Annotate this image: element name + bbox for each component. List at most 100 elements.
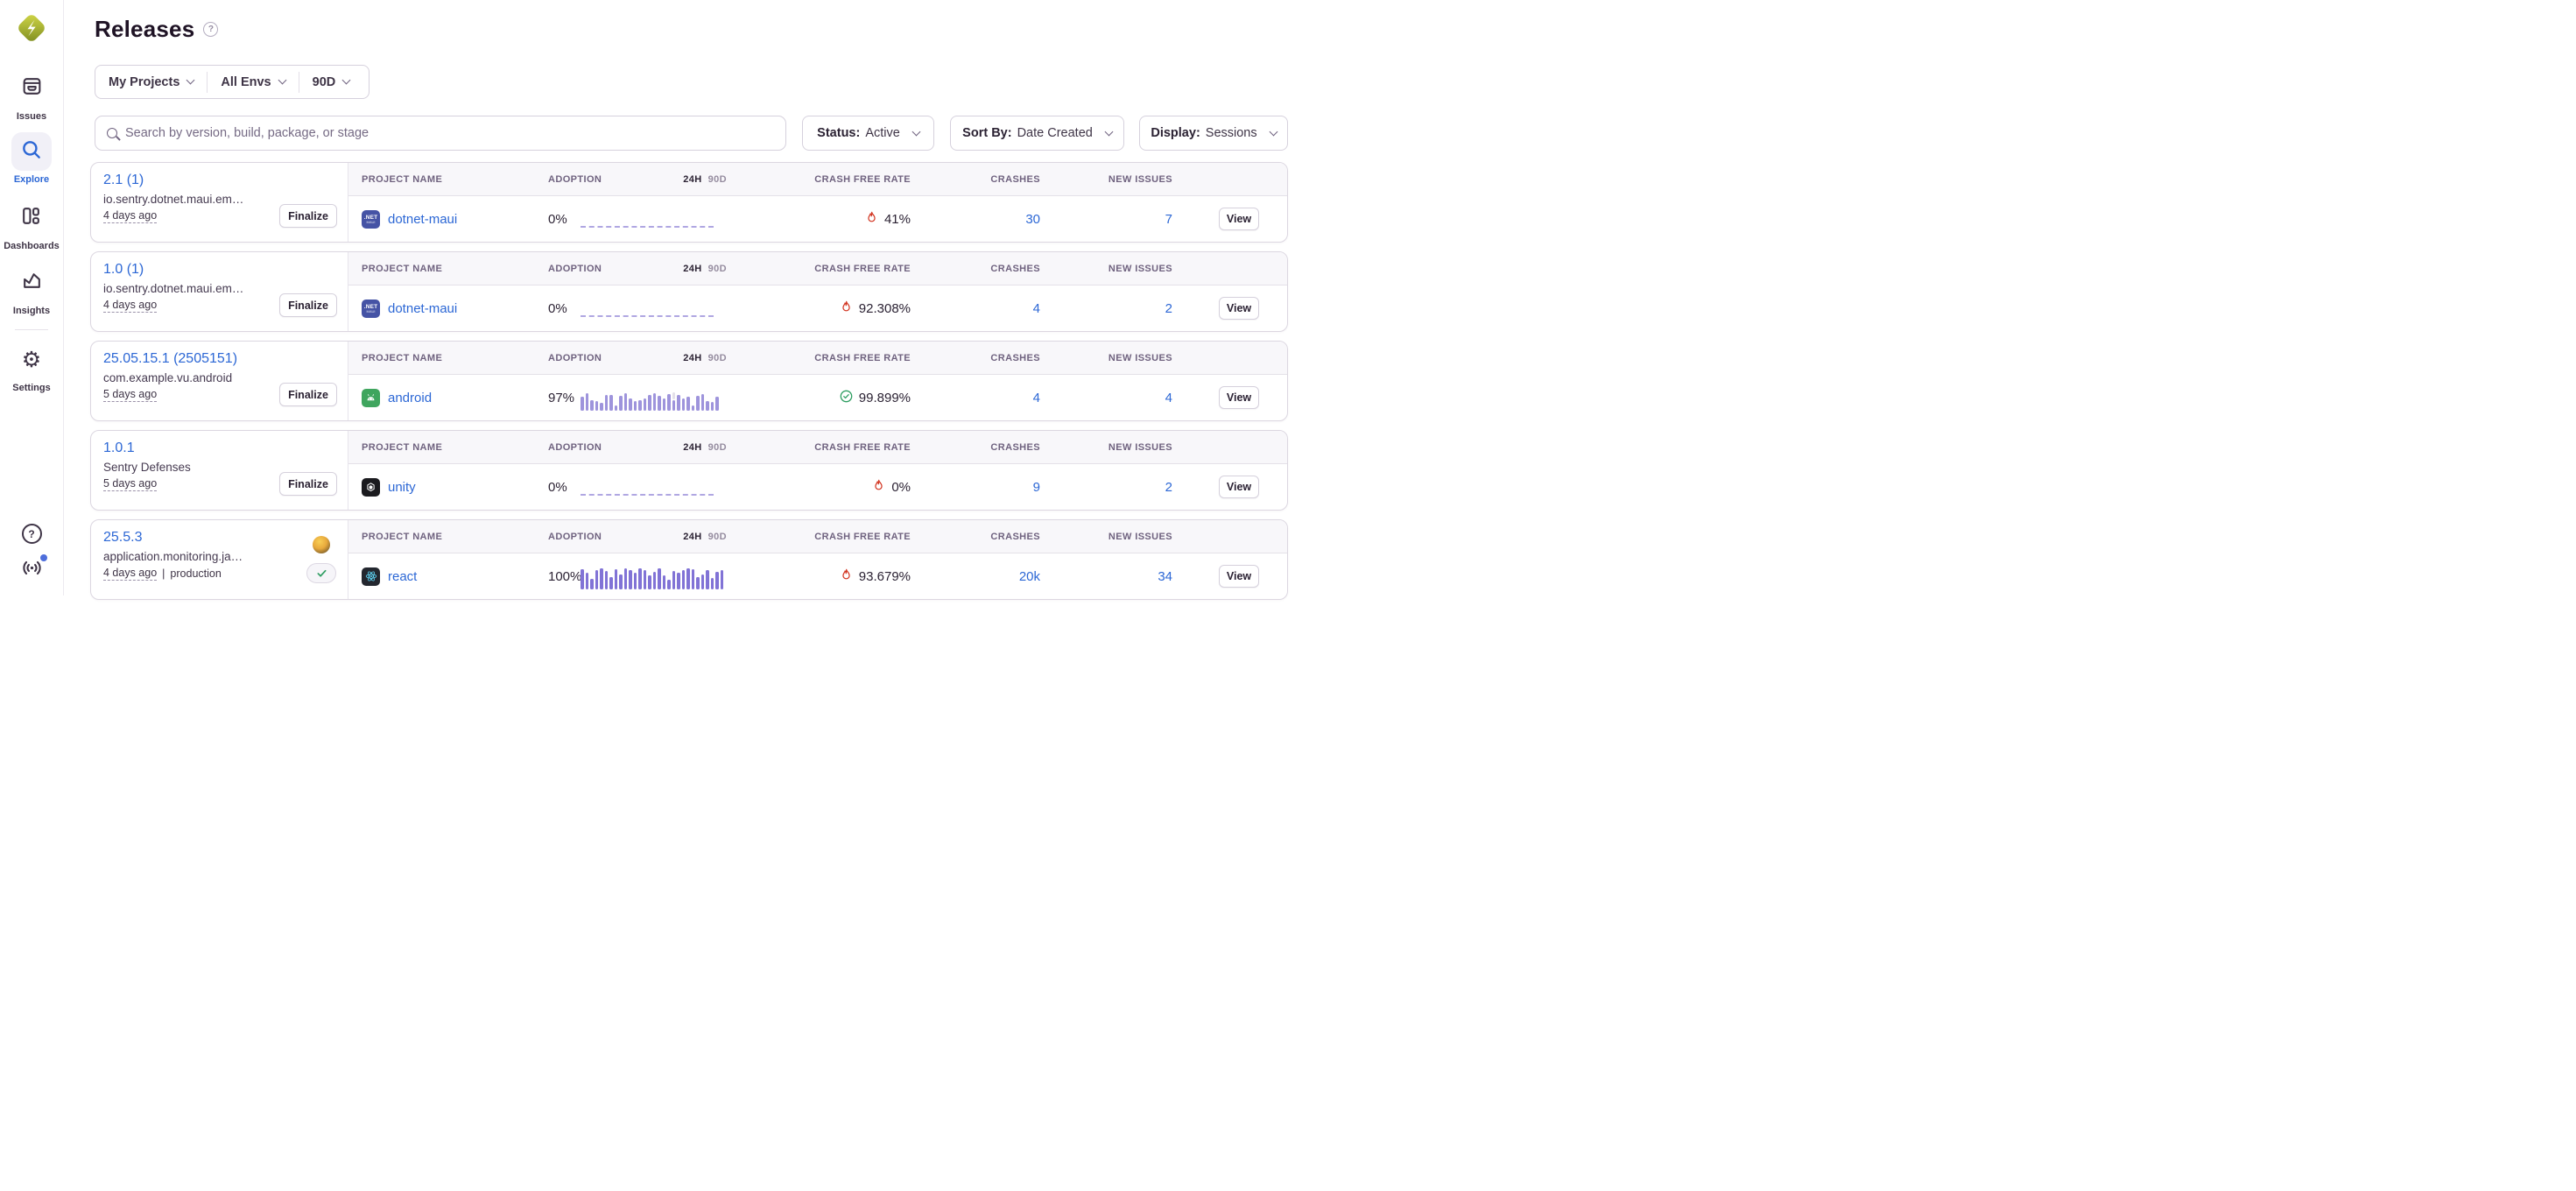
- sidebar-item-dashboards[interactable]: Dashboards: [4, 199, 60, 251]
- release-info-panel: 1.0.1 Sentry Defenses 5 days ago Finaliz…: [91, 431, 348, 510]
- display-dropdown[interactable]: Display: Sessions: [1139, 116, 1288, 151]
- adoption-bar: [696, 396, 700, 411]
- status-label: Status:: [817, 126, 860, 140]
- new-issues-count[interactable]: 34: [1045, 569, 1178, 584]
- new-issues-count[interactable]: 2: [1045, 480, 1178, 495]
- project-cell: android: [348, 389, 548, 407]
- chevron-down-icon: [187, 76, 195, 85]
- chevron-down-icon: [1104, 127, 1113, 136]
- adoption-bar: [648, 395, 651, 411]
- project-cell: .NETMAUI dotnet-maui: [348, 300, 548, 318]
- chevron-down-icon: [342, 76, 351, 85]
- release-version-link[interactable]: 25.05.15.1 (2505151): [103, 351, 237, 367]
- date-range-dropdown[interactable]: 90D: [299, 66, 363, 98]
- finalize-button[interactable]: Finalize: [279, 293, 337, 317]
- adoption-empty-dashed-line: [581, 494, 714, 496]
- project-link[interactable]: dotnet-maui: [388, 301, 457, 316]
- crash-free-status-icon-slot: [840, 568, 853, 585]
- adoption-chart[interactable]: [581, 563, 727, 589]
- finalize-button[interactable]: Finalize: [279, 204, 337, 228]
- sidebar-item-issues[interactable]: Issues: [11, 69, 52, 122]
- range-90d-toggle[interactable]: 90D: [708, 532, 727, 542]
- range-90d-toggle[interactable]: 90D: [708, 353, 727, 363]
- project-link[interactable]: dotnet-maui: [388, 212, 457, 227]
- project-name-header: PROJECT NAME: [348, 532, 548, 542]
- sidebar-item-explore[interactable]: Explore: [11, 132, 52, 185]
- view-button[interactable]: View: [1219, 386, 1259, 409]
- status-dropdown[interactable]: Status: Active: [802, 116, 934, 151]
- adoption-bar: [653, 393, 657, 411]
- environment-filter-dropdown[interactable]: All Envs: [208, 66, 298, 98]
- adoption-header: ADOPTION: [548, 442, 604, 453]
- adoption-bar: [615, 405, 618, 411]
- whats-new-button[interactable]: [21, 557, 43, 583]
- range-24h-toggle[interactable]: 24H: [683, 174, 701, 185]
- adoption-chart[interactable]: [581, 295, 727, 321]
- view-button[interactable]: View: [1219, 297, 1259, 320]
- crash-free-rate-header: CRASH FREE RATE: [727, 264, 916, 274]
- release-package-name: io.sentry.dotnet.maui.em…: [103, 193, 283, 206]
- crashes-count[interactable]: 30: [916, 212, 1045, 227]
- adoption-chart[interactable]: [581, 474, 727, 500]
- crash-free-status-icon-slot: [840, 300, 853, 317]
- adoption-header: ADOPTION: [548, 174, 604, 185]
- crashes-count[interactable]: 20k: [916, 569, 1045, 584]
- range-24h-toggle[interactable]: 24H: [683, 532, 701, 542]
- broadcast-icon: [21, 567, 43, 582]
- search-input[interactable]: [125, 126, 774, 140]
- release-version-link[interactable]: 2.1 (1): [103, 173, 144, 188]
- new-issues-count[interactable]: 4: [1045, 391, 1178, 405]
- release-version-link[interactable]: 25.5.3: [103, 530, 142, 546]
- range-24h-toggle[interactable]: 24H: [683, 353, 701, 363]
- chart-range-header: 24H 90D: [604, 442, 727, 453]
- help-icon[interactable]: ?: [22, 524, 42, 544]
- release-search-box[interactable]: [95, 116, 786, 151]
- adoption-bar: [686, 568, 690, 589]
- sidebar-divider: [15, 329, 48, 330]
- range-24h-toggle[interactable]: 24H: [683, 442, 701, 453]
- adoption-bar: [624, 568, 628, 589]
- adoption-bar: [629, 398, 632, 411]
- adoption-bar: [595, 570, 599, 589]
- sidebar-item-insights[interactable]: Insights: [11, 264, 52, 316]
- release-health-table: PROJECT NAME ADOPTION 24H90D CRASH FREE …: [348, 252, 1287, 331]
- search-icon: [107, 128, 117, 138]
- new-issues-count[interactable]: 7: [1045, 212, 1178, 227]
- adoption-chart[interactable]: [581, 384, 727, 411]
- view-button[interactable]: View: [1219, 208, 1259, 230]
- adoption-chart[interactable]: [581, 206, 727, 232]
- crash-free-value: 92.308%: [859, 301, 911, 316]
- release-info-panel: 25.5.3 application.monitoring.ja… 4 days…: [91, 520, 348, 599]
- adoption-bar: [672, 571, 676, 589]
- release-version-link[interactable]: 1.0 (1): [103, 262, 144, 278]
- view-button[interactable]: View: [1219, 476, 1259, 498]
- sentry-logo[interactable]: [13, 10, 50, 46]
- project-link[interactable]: react: [388, 569, 417, 584]
- crash-free-status-icon-slot: [840, 390, 853, 406]
- finalize-button[interactable]: Finalize: [279, 472, 337, 496]
- crashes-count[interactable]: 4: [916, 301, 1045, 316]
- platform-icon-slot: .NETMAUI: [362, 300, 380, 318]
- adoption-bar: [711, 578, 714, 589]
- sort-by-dropdown[interactable]: Sort By: Date Created: [950, 116, 1124, 151]
- page-help-icon[interactable]: ?: [203, 22, 218, 37]
- sidebar-item-settings[interactable]: ⚙ Settings: [11, 341, 52, 393]
- finalize-button[interactable]: Finalize: [279, 383, 337, 406]
- check-circle-icon: [840, 390, 853, 403]
- release-table-header: PROJECT NAME ADOPTION 24H90D CRASH FREE …: [348, 520, 1287, 553]
- adoption-bar: [595, 401, 599, 411]
- range-24h-toggle[interactable]: 24H: [683, 264, 701, 274]
- project-link[interactable]: unity: [388, 480, 416, 495]
- crashes-count[interactable]: 4: [916, 391, 1045, 405]
- adoption-bar: [638, 568, 642, 589]
- range-90d-toggle[interactable]: 90D: [708, 442, 727, 453]
- release-health-table: PROJECT NAME ADOPTION 24H90D CRASH FREE …: [348, 163, 1287, 242]
- view-button[interactable]: View: [1219, 565, 1259, 588]
- release-version-link[interactable]: 1.0.1: [103, 440, 135, 456]
- new-issues-count[interactable]: 2: [1045, 301, 1178, 316]
- project-filter-dropdown[interactable]: My Projects: [95, 66, 207, 98]
- range-90d-toggle[interactable]: 90D: [708, 174, 727, 185]
- range-90d-toggle[interactable]: 90D: [708, 264, 727, 274]
- project-link[interactable]: android: [388, 391, 432, 405]
- crashes-count[interactable]: 9: [916, 480, 1045, 495]
